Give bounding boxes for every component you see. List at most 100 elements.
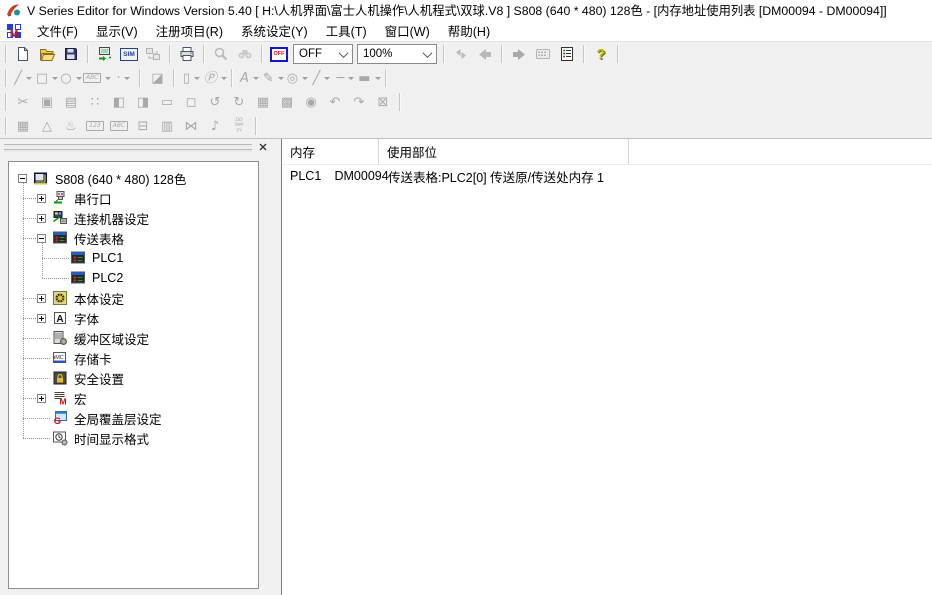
tree-item-plc1[interactable]: PLC1 xyxy=(9,248,258,268)
message-display-button[interactable]: ⊟ xyxy=(131,115,155,137)
chevron-down-icon xyxy=(348,77,354,80)
collapse-icon[interactable] xyxy=(18,174,27,183)
panel-gripper[interactable] xyxy=(4,144,252,147)
dot-tool-button[interactable]: · xyxy=(111,67,135,89)
rotate-left-button[interactable]: ↺ xyxy=(203,91,227,113)
menu-register-item[interactable]: 注册项目(R) xyxy=(147,19,232,42)
close-icon[interactable] xyxy=(255,140,271,154)
column-header-usage[interactable]: 使用部位 xyxy=(379,139,629,164)
memory-map-button[interactable] xyxy=(531,43,555,65)
tree-item-transfer-table[interactable]: 传送表格 xyxy=(9,228,258,248)
memory-row[interactable]: PLC1 DM00094 传送表格:PLC2[0] 传送原/传送处内存 1 xyxy=(282,165,932,187)
graph-part-icon: ▥ xyxy=(161,120,173,133)
rectangle-tool-button[interactable]: □ xyxy=(35,67,59,89)
tree-item-plc2[interactable]: PLC2 xyxy=(9,268,258,288)
next-screen-button[interactable] xyxy=(507,43,531,65)
palette-button[interactable]: ◎ xyxy=(285,67,309,89)
date-part-button[interactable]: DD MM YY xyxy=(227,115,251,137)
prev-screen-button[interactable] xyxy=(473,43,497,65)
paint-mode-button[interactable]: Ⓟ xyxy=(203,67,227,89)
tree-item-buffer-area[interactable]: 缓冲区域设定 xyxy=(9,328,258,348)
tree-item-root[interactable]: S808 (640 * 480) 128色 xyxy=(9,168,258,188)
tree-item-unit-setting[interactable]: 本体设定 xyxy=(9,288,258,308)
panel-gripper[interactable] xyxy=(4,149,252,152)
cut-button[interactable]: ✂ xyxy=(11,91,35,113)
menu-window[interactable]: 窗口(W) xyxy=(376,19,439,42)
transfer-button[interactable] xyxy=(93,43,117,65)
menu-system-setting[interactable]: 系统设定(Y) xyxy=(232,19,317,42)
line-width-button[interactable]: ─ xyxy=(333,67,357,89)
group-button[interactable]: ∷ xyxy=(83,91,107,113)
print-button[interactable] xyxy=(175,43,199,65)
link-part-button[interactable]: ⋈ xyxy=(179,115,203,137)
buzzer-part-button[interactable]: ♪ xyxy=(203,115,227,137)
simulator-button[interactable]: SIM xyxy=(117,43,141,65)
pen-style-button[interactable]: ✎ xyxy=(261,67,285,89)
menu-help[interactable]: 帮助(H) xyxy=(439,19,499,42)
document-icon[interactable]: M xyxy=(6,23,22,39)
undo-button[interactable]: ↶ xyxy=(323,91,347,113)
chevron-down-icon xyxy=(278,77,284,80)
save-button[interactable] xyxy=(59,43,83,65)
ruler-tool-button[interactable]: ▯ xyxy=(179,67,203,89)
new-file-button[interactable] xyxy=(11,43,35,65)
line-tool-button[interactable]: ╱ xyxy=(11,67,35,89)
serial-port-icon xyxy=(52,190,68,206)
menu-tools[interactable]: 工具(T) xyxy=(317,19,376,42)
compare-button[interactable] xyxy=(141,43,165,65)
rotate-right-button[interactable]: ↻ xyxy=(227,91,251,113)
tree-item-global-overlap[interactable]: G 全局覆盖层设定 xyxy=(9,408,258,428)
column-header-memory[interactable]: 内存 xyxy=(282,139,379,164)
bring-front-button[interactable]: ◧ xyxy=(107,91,131,113)
fill-color-button[interactable]: ▬ xyxy=(357,67,381,89)
select-frame-button[interactable]: ▭ xyxy=(155,91,179,113)
paste-button[interactable]: ▤ xyxy=(59,91,83,113)
char-property-button[interactable]: A xyxy=(237,67,261,89)
menu-file[interactable]: 文件(F) xyxy=(28,19,87,42)
expand-icon[interactable] xyxy=(37,314,46,323)
menu-view[interactable]: 显示(V) xyxy=(87,19,147,42)
numeric-display-button[interactable]: 123 xyxy=(83,115,107,137)
expand-icon[interactable] xyxy=(37,394,46,403)
zoom-level-select[interactable]: 100% xyxy=(357,44,437,64)
tree-item-font[interactable]: A 字体 xyxy=(9,308,258,328)
lamp-part-button[interactable]: △ xyxy=(35,115,59,137)
expand-icon[interactable] xyxy=(37,194,46,203)
select-area-button[interactable]: ◻ xyxy=(179,91,203,113)
item-list-button[interactable] xyxy=(555,43,579,65)
pin-button[interactable]: ◉ xyxy=(299,91,323,113)
align-grid-button[interactable]: ▦ xyxy=(251,91,275,113)
line-type-button[interactable]: ╱ xyxy=(309,67,333,89)
text-tool-button[interactable]: ABC xyxy=(83,67,111,89)
redo-button[interactable]: ↷ xyxy=(347,91,371,113)
find-button[interactable] xyxy=(209,43,233,65)
align-tile-button[interactable]: ▩ xyxy=(275,91,299,113)
off-display-button[interactable]: OFF xyxy=(267,43,291,65)
swap-screens-button[interactable] xyxy=(449,43,473,65)
tree-item-security[interactable]: 安全设置 xyxy=(9,368,258,388)
tree-item-device-connection[interactable]: 连接机器设定 xyxy=(9,208,258,228)
tree-item-macro[interactable]: M 宏 xyxy=(9,388,258,408)
tree-item-label: 时间显示格式 xyxy=(74,429,149,448)
select-end-button[interactable]: ⊠ xyxy=(371,91,395,113)
help-button[interactable]: ? xyxy=(589,43,613,65)
tree-item-label: 连接机器设定 xyxy=(74,209,149,228)
open-file-button[interactable] xyxy=(35,43,59,65)
alarm-part-button[interactable]: ♨ xyxy=(59,115,83,137)
graph-part-button[interactable]: ▥ xyxy=(155,115,179,137)
transform-tool-button[interactable]: ◪ xyxy=(145,67,169,89)
expand-icon[interactable] xyxy=(37,294,46,303)
tree-item-memory-card[interactable]: MC 存储卡 xyxy=(9,348,258,368)
switch-part-button[interactable]: ▦ xyxy=(11,115,35,137)
browse-button[interactable] xyxy=(233,43,257,65)
expand-icon[interactable] xyxy=(37,214,46,223)
off-state-select[interactable]: OFF xyxy=(293,44,353,64)
collapse-icon[interactable] xyxy=(37,234,46,243)
tree-item-serial-port[interactable]: 串行口 xyxy=(9,188,258,208)
copy-button[interactable]: ▣ xyxy=(35,91,59,113)
send-back-button[interactable]: ◨ xyxy=(131,91,155,113)
circle-tool-button[interactable]: ○ xyxy=(59,67,83,89)
line-icon: ╱ xyxy=(14,72,22,85)
char-display-button[interactable]: ABC xyxy=(107,115,131,137)
tree-item-time-display-format[interactable]: 时间显示格式 xyxy=(9,428,258,448)
